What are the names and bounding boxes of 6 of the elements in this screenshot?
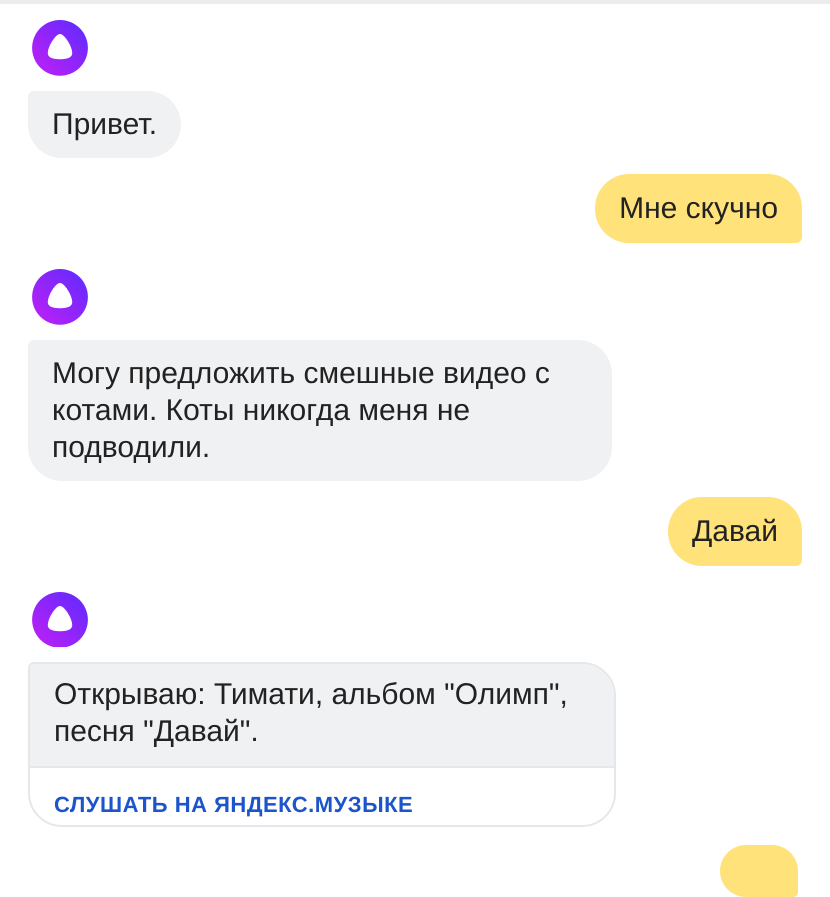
message-bubble: Давай: [668, 496, 802, 566]
message-bubble: Могу предложить смешные видео с котами. Коты никогда меня не подводили.: [28, 340, 612, 481]
listen-link[interactable]: СЛУШАТЬ НА ЯНДЕКС.МУЗЫКЕ: [30, 766, 614, 825]
message-bubble: Мне скучно: [595, 174, 802, 243]
message-bubble: Привет.: [28, 90, 182, 158]
message-text: Открываю: Тимати, альбом "Олимп", песня "Давай".: [30, 664, 614, 766]
